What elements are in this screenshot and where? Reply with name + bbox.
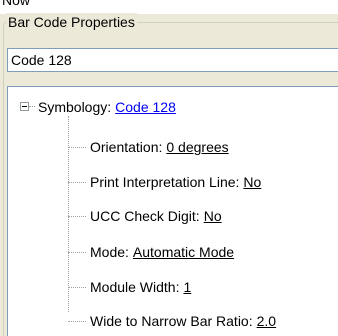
module-width-value[interactable]: 1 [183,279,191,295]
top-strip: Now [0,0,338,14]
tree-connector [68,287,86,288]
symbology-value-link[interactable]: Code 128 [115,99,176,115]
tree-item-print-interpretation-line[interactable]: Print Interpretation Line: No [90,172,261,192]
tree-item-symbology[interactable]: Symbology: Code 128 [38,97,176,117]
print-interpretation-line-value[interactable]: No [243,174,261,190]
print-interpretation-line-label: Print Interpretation Line: [90,174,240,190]
tree-connector [68,147,86,148]
tree-item-mode[interactable]: Mode: Automatic Mode [90,242,234,262]
ucc-check-digit-value[interactable]: No [204,208,222,224]
tree-connector [29,106,35,107]
symbology-label: Symbology: [38,99,112,115]
top-strip-text: Now [2,0,31,8]
mode-value[interactable]: Automatic Mode [133,244,234,260]
tree-item-module-width[interactable]: Module Width: 1 [90,277,191,297]
tree-item-orientation[interactable]: Orientation: 0 degrees [90,137,229,157]
wide-to-narrow-bar-ratio-label: Wide to Narrow Bar Ratio: [90,313,253,329]
wide-to-narrow-bar-ratio-value[interactable]: 2.0 [257,313,276,329]
tree-connector [68,321,86,322]
tree-connector [68,216,86,217]
symbology-field[interactable]: Code 128 [7,48,338,72]
bar-code-properties-panel: Now Bar Code Properties Code 128 Symbolo… [0,0,338,336]
ucc-check-digit-label: UCC Check Digit: [90,208,200,224]
tree-connector [68,252,86,253]
symbology-field-value: Code 128 [11,52,72,68]
tree-connector [68,116,69,312]
group-box-title: Bar Code Properties [6,13,137,31]
tree-item-wide-to-narrow-bar-ratio[interactable]: Wide to Narrow Bar Ratio: 2.0 [90,311,276,331]
module-width-label: Module Width: [90,279,180,295]
tree-item-ucc-check-digit[interactable]: UCC Check Digit: No [90,206,222,226]
collapse-icon[interactable] [20,102,29,111]
orientation-value[interactable]: 0 degrees [166,139,228,155]
tree-connector [68,182,86,183]
orientation-label: Orientation: [90,139,163,155]
mode-label: Mode: [90,244,129,260]
